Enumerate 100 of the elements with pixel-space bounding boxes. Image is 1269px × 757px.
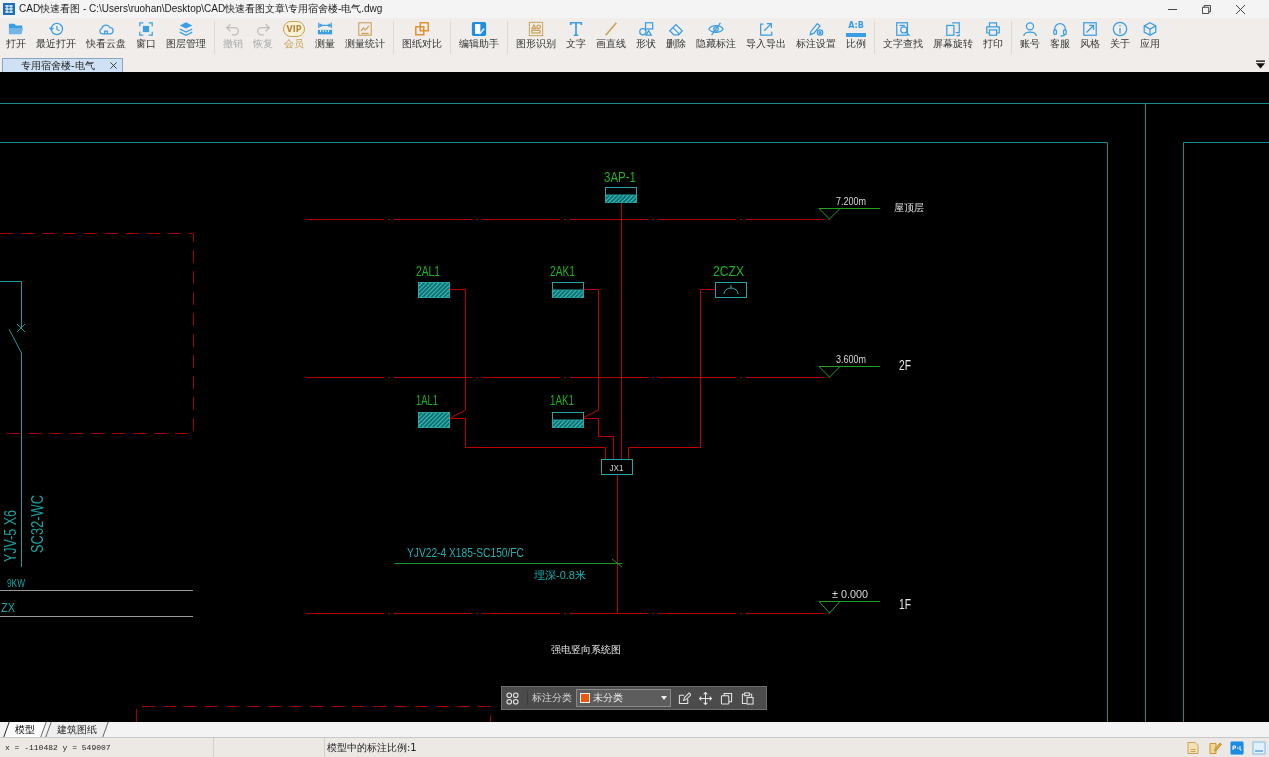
panel-label: 2AK1 <box>550 263 585 279</box>
distribution-box <box>418 412 450 428</box>
close-icon <box>1235 4 1245 14</box>
cursor-coordinates: x = -110482 y = 549007 <box>0 738 214 757</box>
sheet-tab[interactable]: 模型 <box>3 722 47 737</box>
toolbar-button[interactable]: 应用 <box>1135 18 1165 57</box>
window-title: CAD快速看图 - C:\Users\ruohan\Desktop\CAD快速看图文章\专用宿舍楼-电气.dwg <box>19 2 383 16</box>
level-marker <box>818 601 881 614</box>
vip-badge: VIP <box>283 21 305 37</box>
breaker-switch-icon <box>8 323 26 354</box>
category-label: 标注分类 <box>527 691 572 705</box>
shapes-frame-icon <box>528 21 544 37</box>
chart-frame-icon <box>357 21 373 37</box>
ruler-icon <box>317 21 333 37</box>
cube-icon <box>1142 21 1158 37</box>
toolbar-button[interactable]: A:B 比例 <box>841 18 871 57</box>
export-arrow-icon <box>758 21 774 37</box>
headset-icon <box>1052 21 1068 37</box>
load-label: 9KW <box>7 577 31 589</box>
tab-list-caret-icon[interactable] <box>1256 60 1265 69</box>
toolbar-button[interactable]: 删除 <box>661 18 691 57</box>
edit-icon[interactable] <box>678 691 691 705</box>
display-mode-icon[interactable] <box>1230 740 1244 755</box>
junction-label: JX1 <box>609 462 625 473</box>
resize-arrow-icon <box>1082 21 1098 37</box>
toolbar-button[interactable]: 风格 <box>1075 18 1105 57</box>
rotate-pages-icon <box>945 21 961 37</box>
overlapping-squares-icon <box>414 21 430 37</box>
move-arrows-icon[interactable] <box>699 691 712 705</box>
elevation-label: 7.200m <box>836 195 873 207</box>
toolbar-button[interactable]: 窗口 <box>131 18 161 57</box>
conduit-spec-label: SC32-WC <box>29 481 46 553</box>
distribution-box <box>418 282 450 298</box>
category-dropdown[interactable]: 未分类 <box>576 689 671 707</box>
text-search-icon <box>895 21 911 37</box>
toolbar-button[interactable]: 测量 <box>310 18 340 57</box>
distribution-box <box>552 412 584 428</box>
elevation-label: ± 0.000 <box>832 588 869 600</box>
toolbar-button[interactable]: 图层管理 <box>161 18 211 57</box>
toolbar-button[interactable]: 打印 <box>978 18 1008 57</box>
floor-label: 1F <box>899 596 916 612</box>
level-marker <box>818 366 881 378</box>
eraser-icon <box>668 21 684 37</box>
floor-label: 2F <box>899 357 916 373</box>
floor-label: 屋顶层 <box>894 202 924 213</box>
cable-spec-label: YJV-5 X6 <box>2 495 19 562</box>
burial-depth-label: 埋深-0.8米 <box>534 569 586 581</box>
panel-label: 1AK1 <box>550 392 585 408</box>
toolbar-button[interactable]: 打开 <box>1 18 31 57</box>
annotation-scale-text: 模型中的标注比例:1 <box>326 740 417 755</box>
pen-gear-icon <box>808 21 824 37</box>
undo-icon <box>225 21 241 37</box>
line-tool-icon <box>603 21 619 37</box>
panel-label: 2AL1 <box>416 263 449 279</box>
toolbar-button[interactable]: 标注设置 <box>791 18 841 57</box>
layers-icon <box>178 21 194 37</box>
paste-icon[interactable] <box>741 691 754 705</box>
window-frame-icon <box>138 21 154 37</box>
document-tab[interactable]: 专用宿舍楼-电气 <box>2 58 123 72</box>
toolbar-button[interactable]: 图纸对比 <box>397 18 447 57</box>
user-icon <box>1022 21 1038 37</box>
toolbar-button[interactable]: 隐藏标注 <box>691 18 741 57</box>
toolbar-button[interactable]: 屏幕旋转 <box>928 18 978 57</box>
toolbar-button[interactable]: 导入导出 <box>741 18 791 57</box>
info-icon <box>1112 21 1128 37</box>
level-marker <box>818 208 881 220</box>
close-icon[interactable] <box>109 62 117 69</box>
distribution-box <box>552 282 584 298</box>
toolbar-button[interactable]: 客服 <box>1045 18 1075 57</box>
folder-icon <box>8 21 24 37</box>
toolbar-button[interactable]: 形状 <box>631 18 661 57</box>
shapes-icon <box>638 21 654 37</box>
toolbar-button[interactable]: 文字查找 <box>878 18 928 57</box>
document-pen-icon <box>471 21 487 37</box>
restore-icon <box>1201 4 1211 14</box>
toolbar-button[interactable]: 编辑助手 <box>454 18 504 57</box>
toolbar-button[interactable]: 关于 <box>1105 18 1135 57</box>
panel-label: 2CZX <box>713 263 749 279</box>
text-tool-icon <box>568 21 584 37</box>
elevation-label: 3.600m <box>836 353 873 365</box>
copy-icon[interactable] <box>720 691 733 705</box>
panel-label: ZX <box>1 600 18 615</box>
toolbar-button[interactable]: 最近打开 <box>31 18 81 57</box>
eye-slash-icon <box>708 21 724 37</box>
toolbar-button[interactable]: 快看云盘 <box>81 18 131 57</box>
scale-ratio-badge: A:B <box>846 21 866 37</box>
toolbar-button[interactable]: 文字 <box>561 18 591 57</box>
app-logo-icon <box>3 3 15 15</box>
toolbar-button[interactable]: 图形识别 <box>511 18 561 57</box>
sheet-tab[interactable]: 建筑图纸 <box>45 722 109 737</box>
grid-icon[interactable] <box>506 691 519 705</box>
toolbar-button[interactable]: 画直线 <box>591 18 631 57</box>
printer-icon <box>985 21 1001 37</box>
toolbar-button[interactable]: 账号 <box>1015 18 1045 57</box>
caret-icon <box>661 696 667 700</box>
panel-label: 1AL1 <box>416 392 449 408</box>
color-swatch-icon <box>580 693 590 703</box>
socket-box <box>715 282 747 298</box>
distribution-box <box>605 187 637 203</box>
toolbar-button[interactable]: 测量统计 <box>340 18 390 57</box>
